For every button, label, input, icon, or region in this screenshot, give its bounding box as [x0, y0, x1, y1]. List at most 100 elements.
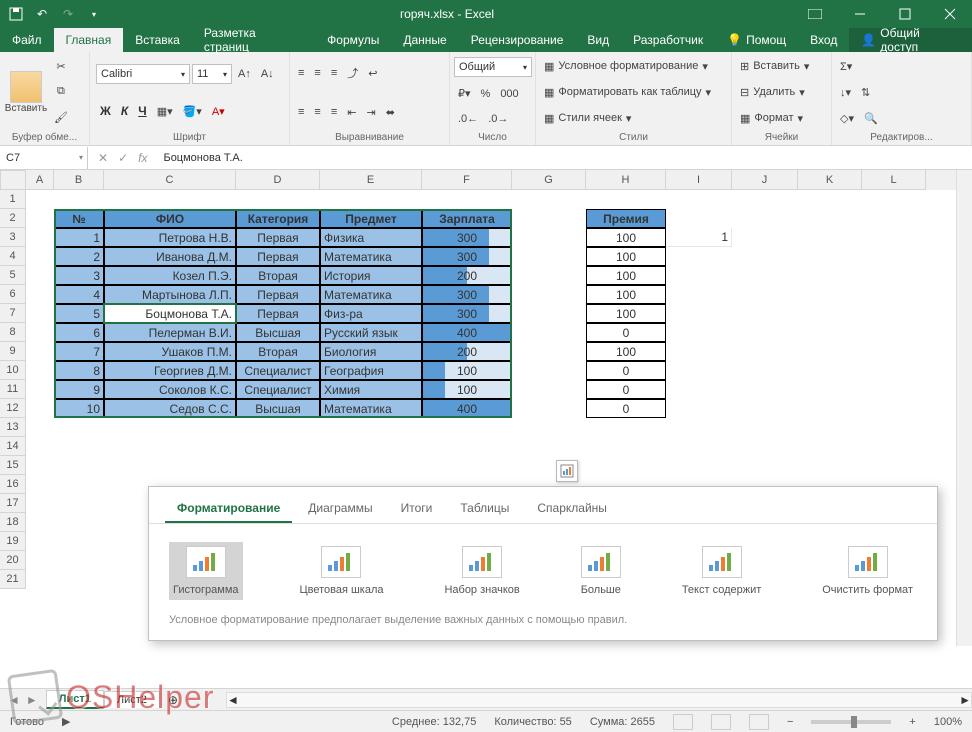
sheet-tab-2[interactable]: Лист2 [104, 691, 160, 708]
italic-button[interactable]: К [117, 102, 132, 120]
comma-icon[interactable]: 000 [496, 86, 522, 102]
col-header-G[interactable]: G [512, 170, 586, 190]
ribbon-options-icon[interactable] [792, 0, 837, 28]
cell[interactable]: 300 [422, 285, 512, 304]
copy-icon[interactable]: ⧉ [50, 83, 72, 100]
qa-item[interactable]: Гистограмма [169, 542, 243, 600]
cell[interactable]: 1 [54, 228, 104, 247]
font-size-select[interactable]: 11▾ [192, 64, 232, 84]
developer-tab[interactable]: Разработчик [621, 28, 715, 52]
clear-icon[interactable]: ◇▾ [836, 110, 858, 127]
row-header-1[interactable]: 1 [0, 190, 26, 209]
row-header-5[interactable]: 5 [0, 266, 26, 285]
qa-item[interactable]: Больше [577, 542, 625, 600]
review-tab[interactable]: Рецензирование [459, 28, 576, 52]
cell[interactable]: Вторая [236, 266, 320, 285]
quick-analysis-button[interactable] [556, 460, 578, 482]
cell[interactable]: История [320, 266, 422, 285]
view-normal-icon[interactable] [673, 714, 693, 730]
view-page-break-icon[interactable] [749, 714, 769, 730]
format-painter-icon[interactable]: 🖌 [50, 109, 72, 126]
cell[interactable]: Первая [236, 228, 320, 247]
cell[interactable]: Физика [320, 228, 422, 247]
cell[interactable]: 100 [586, 266, 666, 285]
row-header-3[interactable]: 3 [0, 228, 26, 247]
fill-color-icon[interactable]: 🪣▾ [179, 103, 206, 120]
formula-input[interactable]: Боцмонова Т.А. [157, 152, 242, 164]
cell[interactable]: 100 [586, 228, 666, 247]
qa-item[interactable]: Очистить формат [818, 542, 917, 600]
format-as-table-button[interactable]: ▦Форматировать как таблицу ▾ [540, 84, 727, 101]
cell[interactable]: Категория [236, 209, 320, 228]
cell[interactable]: ФИО [104, 209, 236, 228]
row-header-17[interactable]: 17 [0, 494, 26, 513]
share-button[interactable]: 👤Общий доступ [849, 28, 972, 52]
cell[interactable]: 0 [586, 361, 666, 380]
sign-in[interactable]: Вход [798, 28, 849, 52]
sheet-nav-next-icon[interactable]: ► [26, 693, 38, 707]
cell[interactable]: 100 [422, 380, 512, 399]
delete-cells-button[interactable]: ⊟Удалить ▾ [736, 84, 827, 101]
qa-tab[interactable]: Форматирование [165, 495, 292, 523]
col-header-C[interactable]: C [104, 170, 236, 190]
cell[interactable]: Мартынова Л.П. [104, 285, 236, 304]
cell[interactable]: Первая [236, 247, 320, 266]
home-tab[interactable]: Главная [54, 28, 124, 52]
align-center-icon[interactable]: ≡ [310, 104, 324, 120]
zoom-slider[interactable] [811, 720, 891, 724]
align-right-icon[interactable]: ≡ [327, 104, 341, 120]
qa-item[interactable]: Цветовая шкала [295, 542, 387, 600]
cell[interactable]: Химия [320, 380, 422, 399]
cell[interactable]: Специалист [236, 380, 320, 399]
row-header-11[interactable]: 11 [0, 380, 26, 399]
cell[interactable]: Первая [236, 285, 320, 304]
bold-button[interactable]: Ж [96, 102, 115, 120]
cell[interactable]: Георгиев Д.М. [104, 361, 236, 380]
cell[interactable]: Петрова Н.В. [104, 228, 236, 247]
col-header-B[interactable]: B [54, 170, 104, 190]
save-icon[interactable] [8, 6, 24, 22]
cell[interactable]: 300 [422, 228, 512, 247]
qat-more-icon[interactable]: ▾ [86, 6, 102, 22]
cell[interactable]: 0 [586, 399, 666, 418]
view-page-layout-icon[interactable] [711, 714, 731, 730]
align-left-icon[interactable]: ≡ [294, 104, 308, 120]
row-header-21[interactable]: 21 [0, 570, 26, 589]
increase-font-icon[interactable]: A↑ [234, 66, 255, 82]
row-header-16[interactable]: 16 [0, 475, 26, 494]
cell[interactable]: Зарплата [422, 209, 512, 228]
cell[interactable]: Иванова Д.М. [104, 247, 236, 266]
cell[interactable]: Соколов К.С. [104, 380, 236, 399]
view-tab[interactable]: Вид [575, 28, 621, 52]
cell[interactable]: Биология [320, 342, 422, 361]
cell[interactable]: 9 [54, 380, 104, 399]
cell[interactable]: 3 [54, 266, 104, 285]
cell[interactable]: Физ-ра [320, 304, 422, 323]
inc-decimal-icon[interactable]: .0← [454, 111, 482, 127]
cut-icon[interactable]: ✂ [50, 58, 72, 75]
cell[interactable]: Русский язык [320, 323, 422, 342]
cell[interactable]: 400 [422, 399, 512, 418]
zoom-out-button[interactable]: − [787, 716, 793, 728]
cell[interactable]: Вторая [236, 342, 320, 361]
row-header-13[interactable]: 13 [0, 418, 26, 437]
cell[interactable]: 2 [54, 247, 104, 266]
row-header-2[interactable]: 2 [0, 209, 26, 228]
font-name-select[interactable]: Calibri▾ [96, 64, 190, 84]
qa-tab[interactable]: Диаграммы [296, 495, 384, 523]
row-header-10[interactable]: 10 [0, 361, 26, 380]
format-button[interactable]: ▦Формат ▾ [736, 110, 827, 127]
cell[interactable]: Пелерман В.И. [104, 323, 236, 342]
cell[interactable]: 7 [54, 342, 104, 361]
borders-icon[interactable]: ▦▾ [153, 103, 177, 120]
col-header-J[interactable]: J [732, 170, 798, 190]
cancel-formula-icon[interactable]: ✕ [98, 151, 108, 165]
file-tab[interactable]: Файл [0, 28, 54, 52]
row-header-9[interactable]: 9 [0, 342, 26, 361]
qa-tab[interactable]: Итоги [389, 495, 445, 523]
cell[interactable]: Боцмонова Т.А. [104, 304, 236, 323]
cell[interactable]: Седов С.С. [104, 399, 236, 418]
cell[interactable]: Математика [320, 399, 422, 418]
undo-icon[interactable]: ↶ [34, 6, 50, 22]
col-header-D[interactable]: D [236, 170, 320, 190]
